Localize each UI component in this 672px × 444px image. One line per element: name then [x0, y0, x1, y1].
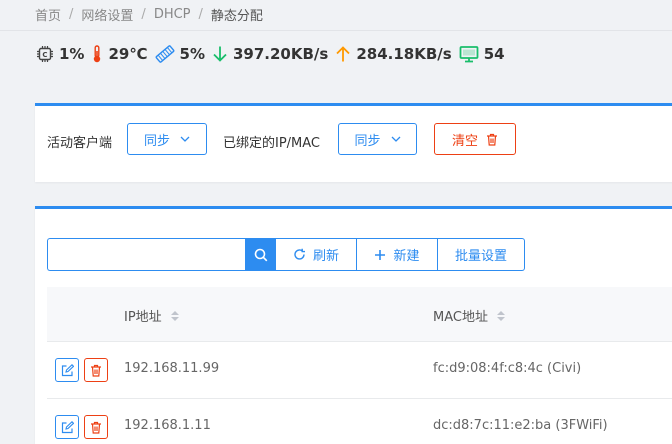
- trash-icon: [91, 421, 101, 434]
- sort-icon[interactable]: [170, 310, 179, 321]
- temp-stat: 29℃: [91, 45, 148, 63]
- sync-label: 同步: [143, 133, 170, 149]
- sync-label: 同步: [354, 133, 381, 149]
- header-divider: [0, 30, 672, 31]
- edit-button[interactable]: [55, 415, 79, 439]
- plus-icon: [375, 249, 386, 260]
- thermometer-icon: [94, 45, 101, 63]
- bound-ip-mac-label: 已绑定的IP/MAC: [223, 136, 321, 151]
- clear-button[interactable]: 清空: [434, 123, 516, 155]
- chevron-down-icon: [180, 136, 190, 142]
- ip-cell: 192.168.11.99: [124, 361, 220, 376]
- monitor-icon: [459, 46, 479, 63]
- table-header: IP地址 MAC地址: [47, 287, 672, 342]
- refresh-icon: [294, 248, 305, 260]
- cpu-stat: C 1%: [36, 45, 84, 63]
- arrow-up-icon: [336, 46, 350, 62]
- batch-settings-button[interactable]: 批量设置: [438, 238, 525, 271]
- clients-stat: 54: [459, 45, 505, 63]
- svg-text:C: C: [42, 51, 47, 59]
- search-input[interactable]: [47, 238, 245, 271]
- chevron-down-icon: [391, 136, 400, 142]
- new-button[interactable]: 新建: [357, 238, 438, 271]
- breadcrumb-separator: /: [141, 7, 146, 22]
- status-bar: C 1% 29℃ 5% 397.20KB/s 284.18KB/s 54: [36, 45, 512, 63]
- ip-cell: 192.168.1.11: [124, 418, 211, 433]
- column-header-mac[interactable]: MAC地址: [433, 306, 505, 325]
- memory-value: 5%: [179, 45, 205, 63]
- clear-label: 清空: [451, 133, 478, 149]
- memory-stat: 5%: [155, 45, 205, 63]
- breadcrumb-separator: /: [198, 7, 203, 22]
- column-header-label: IP地址: [124, 310, 162, 325]
- edit-icon: [61, 363, 74, 376]
- static-lease-table: IP地址 MAC地址 192.168.11.99 fc:d9:08:4f:c8:…: [47, 287, 672, 444]
- table-row: 192.168.11.99 fc:d9:08:4f:c8:4c (Civi): [47, 342, 672, 399]
- refresh-button[interactable]: 刷新: [276, 238, 357, 271]
- sort-icon[interactable]: [496, 310, 505, 321]
- toolbar: 刷新 新建 批量设置: [47, 238, 525, 271]
- list-card: 刷新 新建 批量设置 IP地址 MAC地址 192.168.11.99 fc:d…: [35, 206, 672, 444]
- breadcrumb-network[interactable]: 网络设置: [81, 5, 133, 24]
- download-speed: 397.20KB/s: [232, 45, 329, 63]
- refresh-label: 刷新: [312, 249, 339, 264]
- search-button[interactable]: [245, 238, 276, 271]
- clients-count: 54: [483, 45, 505, 63]
- edit-icon: [61, 420, 74, 433]
- edit-button[interactable]: [55, 358, 79, 382]
- breadcrumb-separator: /: [69, 7, 74, 22]
- active-clients-label: 活动客户端: [47, 136, 113, 151]
- breadcrumb-current: 静态分配: [210, 9, 263, 24]
- download-stat: 397.20KB/s: [212, 45, 328, 63]
- temp-value: 29℃: [108, 45, 148, 63]
- upload-stat: 284.18KB/s: [335, 45, 452, 63]
- column-header-label: MAC地址: [433, 310, 488, 325]
- cpu-icon: C: [37, 46, 53, 62]
- batch-label: 批量设置: [454, 249, 507, 264]
- memory-icon: [155, 45, 174, 63]
- mac-cell: fc:d9:08:4f:c8:4c (Civi): [433, 361, 582, 376]
- column-header-ip[interactable]: IP地址: [124, 306, 179, 325]
- new-label: 新建: [393, 249, 420, 264]
- cpu-value: 1%: [59, 45, 85, 63]
- table-row: 192.168.1.11 dc:d8:7c:11:e2:ba (3FWiFi): [47, 399, 672, 444]
- breadcrumb-dhcp[interactable]: DHCP: [154, 7, 191, 22]
- bound-ip-mac-sync-dropdown[interactable]: 同步: [338, 123, 417, 155]
- upload-speed: 284.18KB/s: [356, 45, 452, 63]
- search-icon: [254, 248, 267, 261]
- trash-icon: [91, 364, 101, 377]
- breadcrumb-home[interactable]: 首页: [35, 5, 61, 24]
- arrow-down-icon: [213, 46, 227, 62]
- active-clients-sync-dropdown[interactable]: 同步: [127, 123, 207, 155]
- delete-button[interactable]: [84, 415, 108, 439]
- delete-button[interactable]: [84, 358, 108, 382]
- mac-cell: dc:d8:7c:11:e2:ba (3FWiFi): [433, 418, 608, 433]
- filter-card: 活动客户端 同步 已绑定的IP/MAC 同步 清空: [35, 103, 672, 182]
- breadcrumb: 首页 / 网络设置 / DHCP / 静态分配: [35, 5, 263, 24]
- trash-icon: [487, 133, 497, 146]
